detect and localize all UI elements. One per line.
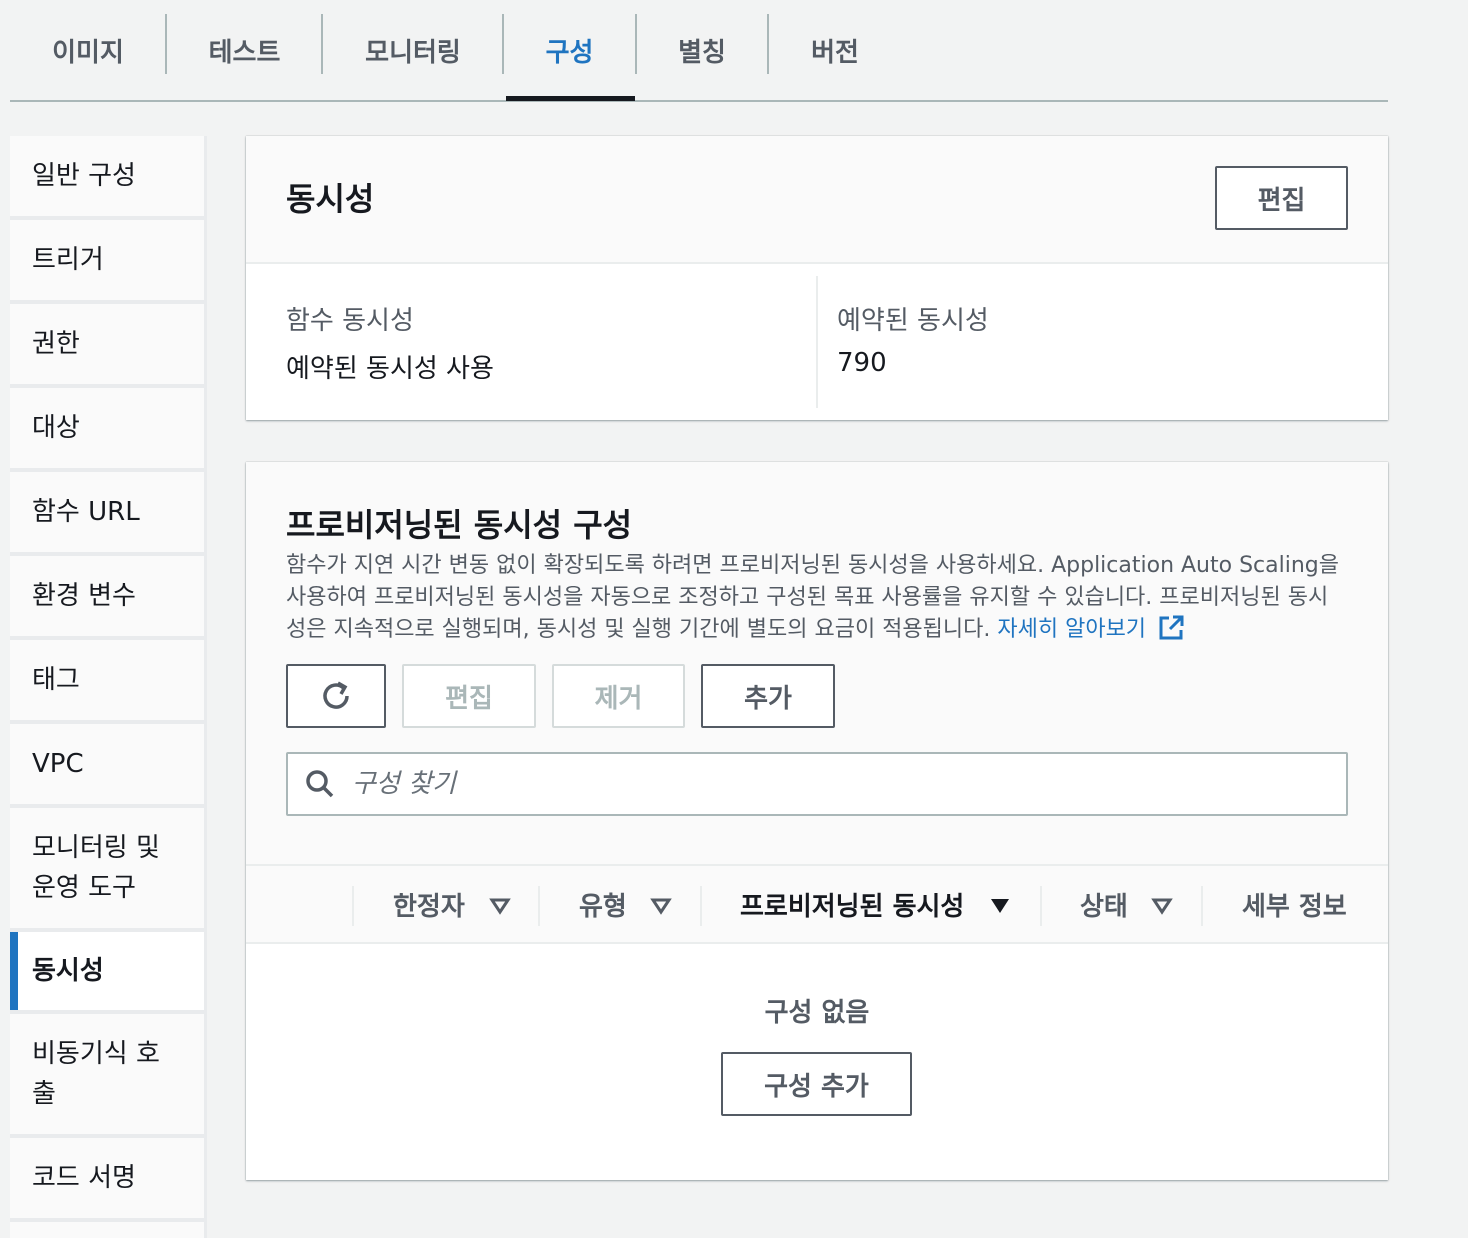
sidebar-item-env-vars[interactable]: 환경 변수 xyxy=(10,556,204,640)
column-header-provisioned-concurrency[interactable]: 프로비저닝된 동시성 xyxy=(740,866,964,942)
config-search xyxy=(286,752,1348,816)
concurrency-panel: 동시성 편집 함수 동시성 예약된 동시성 사용 예약된 동시성 790 xyxy=(246,136,1388,420)
provisioned-title: 프로비저닝된 동시성 구성 xyxy=(286,506,633,544)
column-header-status[interactable]: 상태 xyxy=(1080,866,1128,942)
column-header-details: 세부 정보 xyxy=(1242,891,1347,922)
sidebar-item-concurrency[interactable]: 동시성 xyxy=(10,932,204,1014)
concurrency-edit-button[interactable]: 편집 xyxy=(1215,166,1348,230)
sort-outline-icon[interactable] xyxy=(489,897,511,915)
tab-monitoring[interactable]: 모니터링 xyxy=(323,0,503,100)
tab-image[interactable]: 이미지 xyxy=(10,0,166,100)
sort-outline-icon[interactable] xyxy=(650,897,672,915)
provisioned-header: 프로비저닝된 동시성 구성 함수가 지연 시간 변동 없이 확장되도록 하려면 … xyxy=(246,462,1388,864)
tab-aliases[interactable]: 별칭 xyxy=(637,0,767,100)
column-divider xyxy=(816,276,818,408)
refresh-icon xyxy=(323,681,349,709)
reserved-concurrency-label: 예약된 동시성 xyxy=(837,306,989,336)
sidebar-item-code-signing[interactable]: 코드 서명 xyxy=(10,1138,204,1222)
sidebar-item-async-invocation[interactable]: 비동기식 호출 xyxy=(10,1014,204,1138)
tab-configuration[interactable]: 구성 xyxy=(504,0,635,100)
column-divider xyxy=(352,886,354,926)
provisioned-concurrency-panel: 프로비저닝된 동시성 구성 함수가 지연 시간 변동 없이 확장되도록 하려면 … xyxy=(246,462,1388,1180)
search-input[interactable] xyxy=(352,754,1332,814)
table-header: 한정자 유형 프로비저닝된 동시성 상태 세부 정보 xyxy=(246,864,1388,944)
column-header-qualifier[interactable]: 한정자 xyxy=(393,866,465,942)
sidebar-item-partial xyxy=(10,1222,204,1238)
sidebar-item-function-url[interactable]: 함수 URL xyxy=(10,472,204,556)
concurrency-header: 동시성 편집 xyxy=(246,136,1388,264)
sidebar-edge xyxy=(204,136,207,1238)
tab-versions[interactable]: 버전 xyxy=(769,0,901,100)
function-concurrency-label: 함수 동시성 xyxy=(286,306,414,336)
reserved-concurrency-value: 790 xyxy=(837,348,887,378)
column-divider xyxy=(1201,886,1203,926)
empty-state-title: 구성 없음 xyxy=(764,998,870,1028)
config-sidebar: 일반 구성 트리거 권한 대상 함수 URL 환경 변수 태그 VPC 모니터링… xyxy=(10,136,206,1238)
active-tab-indicator xyxy=(506,96,635,101)
sidebar-item-destinations[interactable]: 대상 xyxy=(10,388,204,472)
search-icon xyxy=(306,770,334,798)
column-divider xyxy=(700,886,702,926)
sidebar-item-triggers[interactable]: 트리거 xyxy=(10,220,204,304)
sidebar-item-tags[interactable]: 태그 xyxy=(10,640,204,724)
refresh-button[interactable] xyxy=(286,664,386,728)
concurrency-title: 동시성 xyxy=(286,180,375,218)
learn-more-label: 자세히 알아보기 xyxy=(997,617,1147,642)
column-divider xyxy=(1040,886,1042,926)
column-header-type[interactable]: 유형 xyxy=(579,866,627,942)
top-tabs: 이미지 테스트 모니터링 구성 별칭 버전 xyxy=(10,0,1388,102)
sidebar-item-monitoring-tools[interactable]: 모니터링 및 운영 도구 xyxy=(10,808,204,932)
provisioned-add-button[interactable]: 추가 xyxy=(701,664,835,728)
learn-more-link[interactable]: 자세히 알아보기 xyxy=(997,615,1185,642)
sort-descending-icon[interactable] xyxy=(989,897,1011,915)
provisioned-edit-button[interactable]: 편집 xyxy=(402,664,536,728)
sidebar-item-permissions[interactable]: 권한 xyxy=(10,304,204,388)
function-concurrency-value: 예약된 동시성 사용 xyxy=(286,354,494,384)
tab-test[interactable]: 테스트 xyxy=(167,0,322,100)
provisioned-remove-button[interactable]: 제거 xyxy=(552,664,685,728)
sidebar-item-vpc[interactable]: VPC xyxy=(10,724,204,808)
sidebar-item-general[interactable]: 일반 구성 xyxy=(10,136,204,220)
external-link-icon xyxy=(1159,615,1184,640)
provisioned-description: 함수가 지연 시간 변동 없이 확장되도록 하려면 프로비저닝된 동시성을 사용… xyxy=(286,550,1346,646)
column-divider xyxy=(538,886,540,926)
add-configuration-button[interactable]: 구성 추가 xyxy=(721,1052,912,1116)
sort-outline-icon[interactable] xyxy=(1151,897,1173,915)
